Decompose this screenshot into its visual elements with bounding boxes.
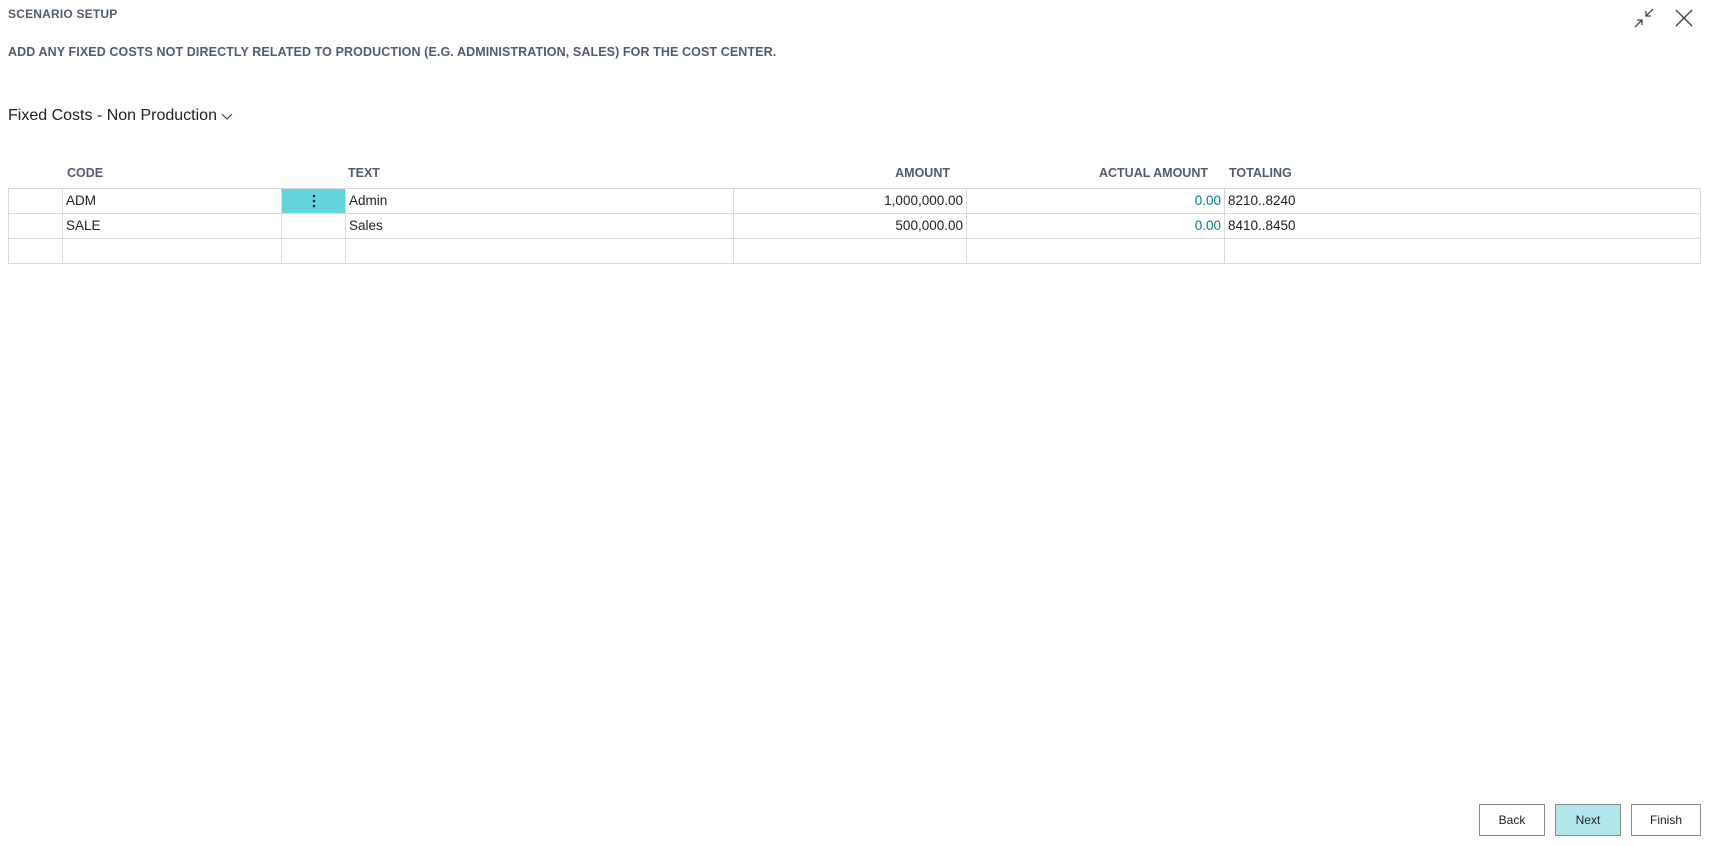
window-controls — [1630, 4, 1698, 32]
row-menu-slot[interactable] — [282, 239, 346, 263]
collapse-button[interactable] — [1630, 4, 1658, 32]
code-cell[interactable] — [63, 239, 282, 263]
code-cell[interactable]: SALE — [63, 214, 282, 238]
amount-cell[interactable]: 500,000.00 — [734, 214, 967, 238]
row-selector[interactable] — [9, 239, 63, 263]
row-menu-slot[interactable] — [282, 214, 346, 238]
section-header[interactable]: Fixed Costs - Non Production — [8, 107, 233, 125]
section-title: Fixed Costs - Non Production — [8, 107, 217, 124]
text-cell[interactable]: Sales — [346, 214, 734, 238]
instruction-text: ADD ANY FIXED COSTS NOT DIRECTLY RELATED… — [8, 45, 777, 59]
table-row[interactable]: ADM Admin 1,000,000.00 0.00 8210..8240 — [8, 188, 1701, 214]
code-cell[interactable]: ADM — [63, 189, 282, 213]
totaling-cell[interactable] — [1225, 239, 1700, 263]
row-menu-button[interactable] — [282, 189, 346, 213]
text-cell[interactable]: Admin — [346, 189, 734, 213]
close-icon — [1675, 9, 1693, 27]
wizard-footer: Back Next Finish — [1478, 804, 1701, 836]
column-header-actual-amount[interactable]: ACTUAL AMOUNT — [966, 166, 1224, 180]
dialog-title: SCENARIO SETUP — [8, 7, 118, 21]
row-selector[interactable] — [9, 214, 63, 238]
chevron-down-icon — [221, 113, 233, 120]
grid-header: CODE TEXT AMOUNT ACTUAL AMOUNT TOTALING — [8, 158, 1701, 188]
table-row[interactable]: SALE Sales 500,000.00 0.00 8410..8450 — [8, 214, 1701, 239]
actual-amount-cell[interactable] — [967, 239, 1225, 263]
scenario-setup-dialog: SCENARIO SETUP ADD ANY FIXED COSTS NOT D… — [0, 0, 1710, 846]
row-selector[interactable] — [9, 189, 63, 213]
column-header-text[interactable]: TEXT — [345, 166, 733, 180]
amount-cell[interactable] — [734, 239, 967, 263]
back-button[interactable]: Back — [1478, 804, 1545, 836]
table-row[interactable] — [8, 239, 1701, 264]
finish-button[interactable]: Finish — [1630, 804, 1701, 836]
amount-cell[interactable]: 1,000,000.00 — [734, 189, 967, 213]
actual-amount-link[interactable]: 0.00 — [967, 214, 1225, 238]
totaling-cell[interactable]: 8410..8450 — [1225, 214, 1700, 238]
actual-amount-link[interactable]: 0.00 — [967, 189, 1225, 213]
collapse-icon — [1634, 8, 1654, 28]
column-header-code[interactable]: CODE — [62, 166, 345, 180]
more-vertical-icon — [312, 195, 315, 208]
totaling-cell[interactable]: 8210..8240 — [1225, 189, 1700, 213]
fixed-costs-grid: CODE TEXT AMOUNT ACTUAL AMOUNT TOTALING … — [8, 158, 1701, 264]
next-button[interactable]: Next — [1554, 804, 1621, 836]
column-header-amount[interactable]: AMOUNT — [733, 166, 966, 180]
column-header-totaling[interactable]: TOTALING — [1224, 166, 1701, 180]
close-button[interactable] — [1670, 4, 1698, 32]
text-cell[interactable] — [346, 239, 734, 263]
